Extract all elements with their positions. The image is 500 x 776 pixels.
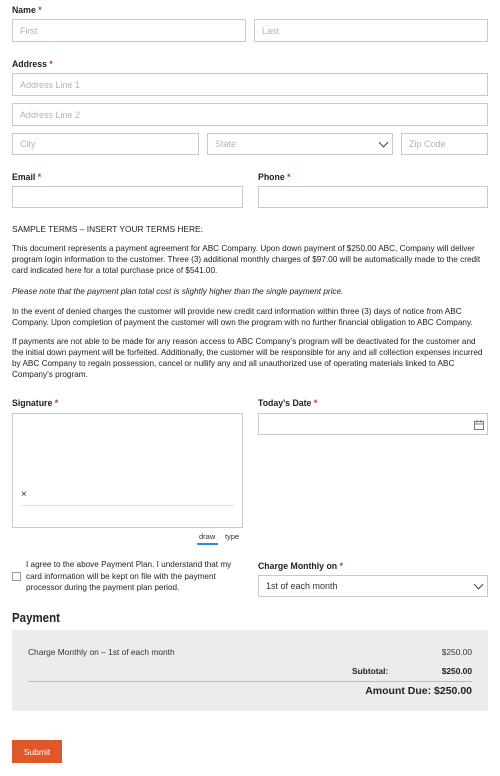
charge-monthly-label: Charge Monthly on * <box>258 561 343 572</box>
chevron-down-icon <box>378 137 389 148</box>
chevron-down-icon <box>473 579 484 590</box>
last-name-input[interactable]: Last <box>254 19 488 42</box>
active-tab-indicator <box>197 543 218 545</box>
subtotal-label: Subtotal: <box>352 666 389 676</box>
first-name-input[interactable]: First <box>12 19 246 42</box>
todays-date-label: Today's Date * <box>258 398 318 409</box>
signature-x-mark: × <box>21 489 27 500</box>
email-label: Email * <box>12 172 42 183</box>
terms-paragraph-1: This document represents a payment agree… <box>12 244 481 276</box>
address-line2-input[interactable]: Address Line 2 <box>12 103 488 126</box>
terms-paragraph-3: In the event of denied charges the custo… <box>12 307 473 328</box>
phone-input[interactable] <box>258 186 488 208</box>
signature-pad[interactable]: × <box>12 413 243 528</box>
terms-paragraph-2: Please note that the payment plan total … <box>12 287 344 296</box>
charge-monthly-select[interactable]: 1st of each month <box>258 575 488 597</box>
signature-line <box>21 505 234 506</box>
name-label: Name * <box>12 5 42 16</box>
terms-heading: SAMPLE TERMS – INSERT YOUR TERMS HERE: <box>12 224 203 234</box>
signature-label: Signature * <box>12 398 59 409</box>
signature-tab-draw[interactable]: draw <box>199 532 215 541</box>
payment-line-item: Charge Monthly on – 1st of each month <box>28 647 175 657</box>
payment-line-amount: $250.00 <box>441 647 472 657</box>
state-select[interactable]: State <box>207 133 393 155</box>
divider <box>28 681 472 682</box>
zip-input[interactable]: Zip Code <box>401 133 488 155</box>
todays-date-input[interactable] <box>258 413 488 435</box>
terms-paragraph-4: If payments are not able to be made for … <box>12 337 483 380</box>
agreement-text: I agree to the above Payment Plan. I und… <box>26 560 232 593</box>
phone-label: Phone * <box>258 172 291 183</box>
address-label: Address * <box>12 59 53 70</box>
address-line1-input[interactable]: Address Line 1 <box>12 73 488 96</box>
submit-button[interactable]: Submit <box>12 740 62 763</box>
city-input[interactable]: City <box>12 133 199 155</box>
agreement-checkbox[interactable] <box>12 572 21 581</box>
amount-due: Amount Due: $250.00 <box>365 685 472 697</box>
calendar-icon[interactable] <box>474 420 484 430</box>
email-input[interactable] <box>12 186 243 208</box>
payment-summary: Charge Monthly on – 1st of each month $2… <box>12 630 488 711</box>
subtotal-amount: $250.00 <box>441 666 472 676</box>
payment-heading: Payment <box>12 611 60 625</box>
signature-tab-type[interactable]: type <box>225 532 239 541</box>
